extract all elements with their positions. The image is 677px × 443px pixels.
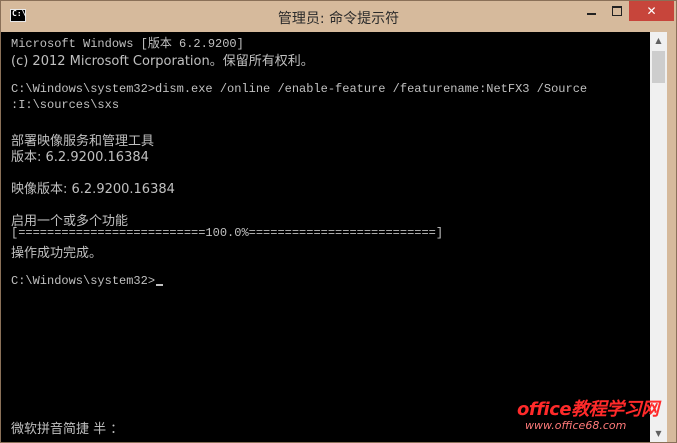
watermark-title: office教程学习网 (517, 399, 659, 420)
console-window: C:\ 管理员: 命令提示符 ✕ Microsoft Windows [版本 6… (0, 0, 677, 443)
console-line-7: 部署映像服务和管理工具 (11, 134, 155, 149)
console-line-1: Microsoft Windows [版本 6.2.9200] (11, 37, 244, 51)
scrollbar-thumb[interactable] (652, 51, 665, 83)
ime-status[interactable]: 微软拼音简捷 半 ： (11, 418, 123, 437)
console-line-2: (c) 2012 Microsoft Corporation。保留所有权利。 (11, 54, 314, 69)
minimize-icon (587, 13, 596, 15)
console-line-12: 启用一个或多个功能 (11, 214, 129, 229)
console-line-14: 操作成功完成。 (11, 246, 103, 261)
maximize-icon (611, 6, 622, 16)
command-prompt-line[interactable]: C:\Windows\system32> (11, 274, 164, 290)
close-button[interactable]: ✕ (629, 1, 674, 21)
console-line-10: 映像版本: 6.2.9200.16384 (11, 182, 175, 197)
watermark-url: www.office68.com (525, 419, 627, 432)
maximize-button[interactable] (604, 1, 629, 21)
title-bar[interactable]: C:\ 管理员: 命令提示符 ✕ (1, 1, 676, 32)
window-frame-right (667, 32, 676, 442)
scroll-up-icon[interactable]: ▲ (650, 32, 667, 49)
window-title: 管理员: 命令提示符 (277, 11, 400, 27)
console-line-4: C:\Windows\system32>dism.exe /online /en… (11, 82, 588, 96)
text-cursor (156, 284, 164, 286)
close-icon: ✕ (646, 4, 657, 18)
console-output[interactable]: Microsoft Windows [版本 6.2.9200] (c) 2012… (9, 32, 649, 442)
console-line-8: 版本: 6.2.9200.16384 (11, 150, 149, 165)
site-watermark: office教程学习网 www.office68.com (517, 395, 667, 435)
vertical-scrollbar[interactable]: ▲ ▼ (650, 32, 667, 442)
minimize-button[interactable] (579, 1, 604, 21)
console-line-5: :I:\sources\sxs (11, 98, 120, 112)
command-prompt: C:\Windows\system32> (11, 274, 156, 288)
progress-bar-text: [==========================100.0%=======… (11, 226, 444, 240)
